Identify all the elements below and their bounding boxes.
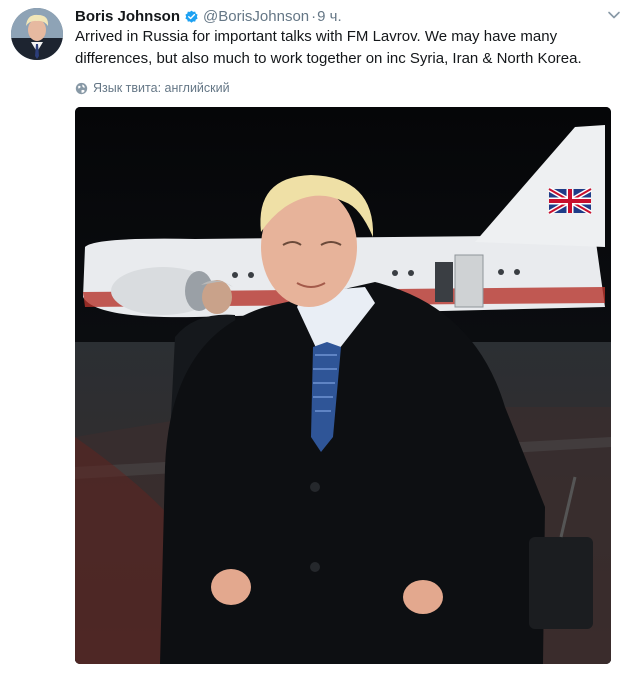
tweet-photo[interactable]: [75, 107, 611, 664]
avatar[interactable]: [11, 8, 63, 60]
chevron-down-icon[interactable]: [607, 10, 621, 20]
separator-dot: ·: [311, 7, 317, 25]
tweet-header: Boris Johnson @BorisJohnson · 9 ч.: [75, 6, 342, 26]
tweet-language-label: Язык твита: английский: [93, 81, 230, 95]
tweet-timestamp[interactable]: 9 ч.: [317, 8, 342, 25]
globe-icon: [75, 82, 88, 94]
author-handle[interactable]: @BorisJohnson: [203, 8, 309, 25]
tweet-text: Arrived in Russia for important talks wi…: [75, 28, 582, 67]
tweet-card[interactable]: Boris Johnson @BorisJohnson · 9 ч. Arriv…: [0, 0, 637, 673]
author-name[interactable]: Boris Johnson: [75, 8, 180, 25]
photo-image: [75, 107, 611, 664]
verified-badge-icon: [185, 10, 198, 23]
tweet-language: Язык твита: английский: [75, 80, 230, 96]
avatar-image: [11, 8, 63, 60]
